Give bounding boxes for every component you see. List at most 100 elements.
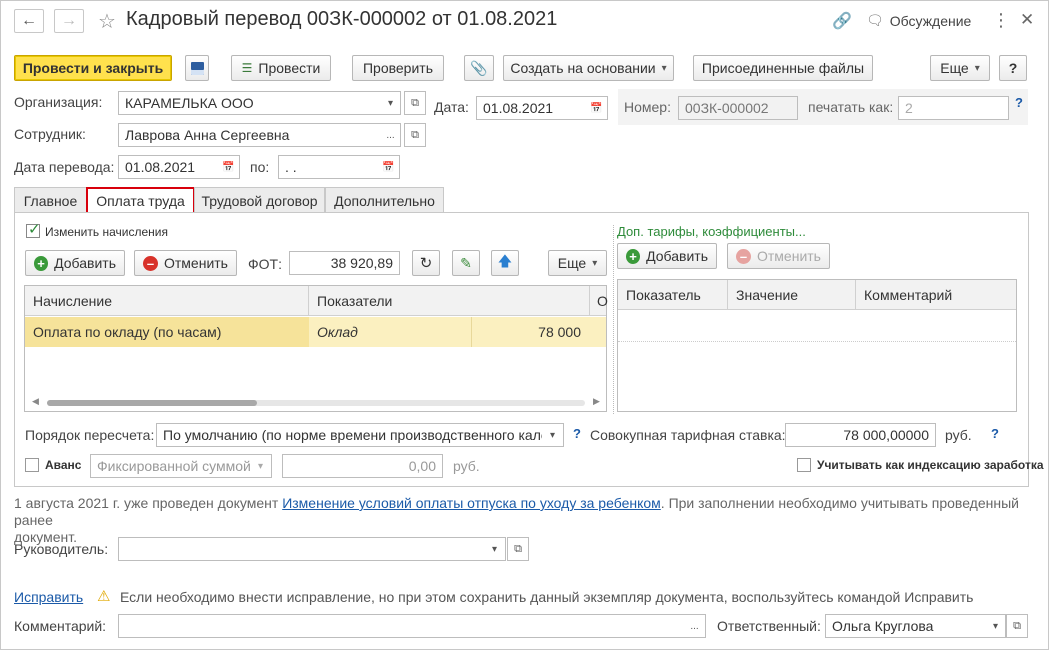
help-icon[interactable]: ? [991,426,999,441]
date-field[interactable]: 01.08.2021 [476,96,587,120]
attached-files-button[interactable]: Присоединенные файлы [693,55,873,81]
check-button[interactable]: Проверить [352,55,444,81]
help-icon[interactable]: ? [1015,95,1023,110]
advance-value-field[interactable]: 0,00 [282,454,443,478]
tab-contract[interactable]: Трудовой договор [194,187,325,213]
minus-icon: – [143,255,158,271]
post-and-close-button[interactable]: Провести и закрыть [14,55,172,81]
indexation-label: Учитывать как индексацию заработка [817,458,1044,472]
help-icon[interactable]: ? [573,426,581,441]
more-menu-icon[interactable]: ⋮ [992,10,1010,31]
pencil-icon: ✎ [460,254,472,271]
org-field[interactable]: КАРАМЕЛЬКА ООО [118,91,382,115]
advance-type-dropdown[interactable]: ▾ [250,454,272,478]
refresh-icon: ↻ [419,255,433,272]
recalc-dropdown-button[interactable]: ▾ [542,423,564,447]
forward-button[interactable]: → [54,9,84,33]
responsible-field[interactable]: Ольга Круглова [825,614,987,638]
table-row[interactable]: Оплата по окладу (по часам) Оклад 78 000 [25,317,606,347]
transfer-date-field[interactable]: 01.08.2021 [118,155,219,179]
calendar-icon: 📅 [382,161,395,173]
help-button[interactable]: ? [999,55,1027,81]
notice-link[interactable]: Изменение условий оплаты отпуска по уход… [282,495,661,511]
cancel-tariff-button[interactable]: – Отменить [727,243,830,269]
column-header-indicator[interactable]: Показатель [618,280,728,310]
to-date-field[interactable]: . . [278,155,379,179]
recalc-field[interactable]: По умолчанию (по норме времени производс… [156,423,543,447]
save-button[interactable] [185,55,209,81]
column-header-value[interactable]: Значение [728,280,856,310]
accruals-table[interactable]: Начисление Показатели О Оплата по окладу… [24,285,608,412]
manager-dropdown-button[interactable]: ▾ [484,537,506,561]
tariffs-table[interactable]: Показатель Значение Комментарий [617,279,1017,412]
tab-main[interactable]: Главное [14,187,87,213]
indicator-cell: Оклад [317,324,358,340]
comment-label: Комментарий: [14,618,107,634]
tab-pay[interactable]: Оплата труда [86,187,195,214]
add-tariff-button[interactable]: + Добавить [617,243,717,269]
page-title: Кадровый перевод 00ЗК-000002 от 01.08.20… [126,8,558,30]
employee-select-button[interactable]: ... [381,123,401,147]
create-based-on-button[interactable]: Создать на основании ▾ [503,55,674,81]
manager-field[interactable] [118,537,485,561]
chat-icon: 🗨 [866,12,884,28]
open-icon: ⧉ [411,96,419,109]
advance-type-field[interactable]: Фиксированной суммой [90,454,251,478]
ellipsis-icon: ... [690,620,699,632]
org-label: Организация: [14,94,103,110]
employee-open-button[interactable]: ⧉ [404,123,426,147]
chevron-down-icon: ▾ [387,97,394,109]
plus-icon: + [34,255,49,271]
tab-additional[interactable]: Дополнительно [325,187,444,213]
more-button[interactable]: Еще ▾ [930,55,990,81]
refresh-button[interactable]: ↻ [412,250,440,276]
comment-field[interactable] [118,614,685,638]
pay-more-label: Еще [557,255,587,271]
number-field[interactable]: 00ЗК-000002 [678,96,798,120]
advance-currency-label: руб. [453,458,480,474]
org-open-button[interactable]: ⧉ [404,91,426,115]
link-icon[interactable]: 🔗 [832,11,852,31]
arrow-left-icon: ← [21,12,37,29]
back-button[interactable]: ← [14,9,44,33]
add-accrual-button[interactable]: + Добавить [25,250,125,276]
comment-edit-button[interactable]: ... [684,614,706,638]
column-header-extra[interactable]: О [590,286,608,316]
plus-icon: + [626,248,641,264]
total-rate-field[interactable]: 78 000,00000 [785,423,936,447]
date-calendar-button[interactable]: 📅 [586,96,608,120]
org-dropdown-button[interactable]: ▾ [381,91,401,115]
favorite-star-icon[interactable]: ☆ [98,9,116,34]
fix-link[interactable]: Исправить [14,589,83,605]
move-up-button[interactable]: 🡅 [491,250,519,276]
close-icon[interactable]: ✕ [1020,10,1034,30]
post-label: Провести [258,60,321,76]
scrollbar-thumb[interactable] [47,400,257,406]
to-date-calendar-button[interactable]: 📅 [378,155,400,179]
transfer-date-calendar-button[interactable]: 📅 [218,155,240,179]
advance-checkbox[interactable] [25,458,39,472]
column-header-accrual[interactable]: Начисление [25,286,309,316]
responsible-dropdown-button[interactable]: ▾ [986,614,1006,638]
open-icon: ⧉ [1013,619,1021,632]
fot-field[interactable]: 38 920,89 [289,251,400,275]
cancel-accrual-button[interactable]: – Отменить [134,250,237,276]
discussion-button[interactable]: 🗨 Обсуждение [866,12,971,29]
employee-field[interactable]: Лаврова Анна Сергеевна [118,123,382,147]
tariffs-link[interactable]: Доп. тарифы, коэффициенты... [617,224,806,239]
column-header-indicators[interactable]: Показатели [309,286,590,316]
responsible-open-button[interactable]: ⧉ [1006,614,1028,638]
edit-button[interactable]: ✎ [452,250,480,276]
pay-more-button[interactable]: Еще ▾ [548,250,607,276]
change-accruals-checkbox[interactable]: ✓ [26,221,41,238]
print-as-field[interactable]: 2 [898,96,1009,120]
chevron-down-icon: ▾ [257,460,264,472]
manager-open-button[interactable]: ⧉ [507,537,529,561]
column-header-comment[interactable]: Комментарий [856,280,1016,310]
create-based-on-label: Создать на основании [510,60,656,76]
arrow-right-icon: → [61,12,77,29]
attach-button[interactable]: 📎 [464,55,494,81]
post-button[interactable]: ☰ Провести [231,55,331,81]
horizontal-scrollbar[interactable]: ◀ ▶ [25,394,606,411]
indexation-checkbox[interactable] [797,458,811,472]
